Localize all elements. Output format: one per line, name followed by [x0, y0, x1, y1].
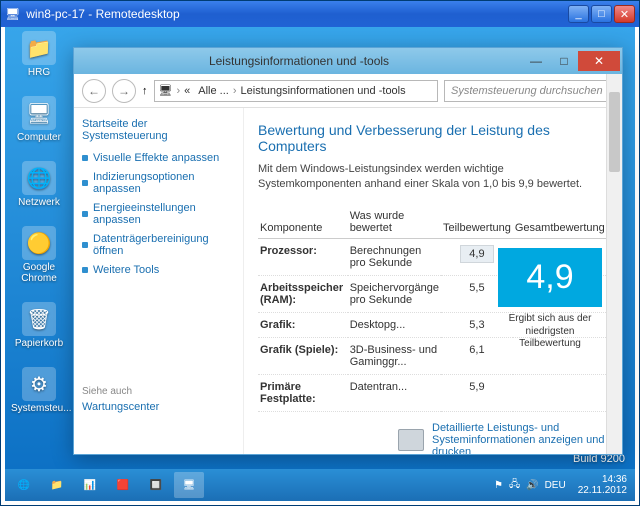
scroll-thumb[interactable]	[609, 92, 620, 172]
desktop-icon[interactable]: 🖥 Computer	[11, 96, 67, 143]
row-label: Grafik (Spiele):	[258, 337, 348, 374]
row-label: Primäre Festplatte:	[258, 374, 348, 411]
desktop-icon[interactable]: ⚙ Systemsteu...	[11, 367, 67, 414]
bullet-icon	[82, 267, 88, 273]
desktop-icon-label: Papierkorb	[11, 338, 67, 349]
col-what: Was wurde bewertet	[348, 206, 441, 239]
rd-titlebar: 🖥 win8-pc-17 - Remotedesktop _ □ ✕	[1, 1, 639, 27]
see-also-link[interactable]: Wartungscenter	[82, 401, 235, 413]
cp-sidebar: Startseite der Systemsteuerung Visuelle …	[74, 108, 244, 454]
control-panel-window: Leistungsinformationen und -tools — □ ✕ …	[73, 47, 623, 455]
tray-flag-icon[interactable]: ⚑	[494, 480, 503, 491]
desktop-icon-label: Netzwerk	[11, 197, 67, 208]
overall-score: 4,9 Ergibt sich aus der niedrigsten Teil…	[498, 248, 602, 351]
system-tray[interactable]: ⚑ 🖧 🔊 DEU 14:36 22.11.2012	[494, 474, 631, 496]
desktop-icon-label: Google Chrome	[11, 262, 67, 284]
detail-link[interactable]: Detaillierte Leistungs- und Systeminform…	[398, 422, 608, 454]
desktop-icon-glyph: ⚙	[22, 367, 56, 401]
taskbar-clock[interactable]: 14:36 22.11.2012	[578, 474, 627, 496]
maximize-button[interactable]: □	[591, 5, 612, 23]
rd-title: win8-pc-17 - Remotedesktop	[26, 7, 566, 21]
desktop-icon-glyph: 📁	[22, 31, 56, 65]
forward-button[interactable]: →	[112, 79, 136, 103]
row-what: Desktopg...	[348, 312, 441, 337]
sidebar-home-link[interactable]: Startseite der Systemsteuerung	[82, 118, 235, 142]
minimize-button[interactable]: _	[568, 5, 589, 23]
bullet-icon	[82, 155, 88, 161]
bullet-icon	[82, 242, 88, 248]
taskbar-app1-icon[interactable]: 📊	[75, 472, 105, 498]
desktop-icon[interactable]: 🗑 Papierkorb	[11, 302, 67, 349]
desktop-icon-glyph: 🌐	[22, 161, 56, 195]
desktop-icon-label: HRG	[11, 67, 67, 78]
bullet-icon	[82, 211, 88, 217]
cp-maximize-button[interactable]: □	[550, 51, 578, 71]
up-button[interactable]: ↑	[142, 85, 148, 97]
desktop-icon[interactable]: 🌐 Netzwerk	[11, 161, 67, 208]
search-input[interactable]: Systemsteuerung durchsuchen	[444, 80, 614, 102]
row-what: Speichervorgänge pro Sekunde	[348, 275, 441, 312]
desktop-icon-label: Systemsteu...	[11, 403, 67, 414]
col-subscore: Teilbewertung	[441, 206, 513, 239]
cp-title: Leistungsinformationen und -tools	[76, 54, 522, 68]
desktop-icon[interactable]: 🟡Google Chrome	[11, 226, 67, 284]
cp-titlebar: Leistungsinformationen und -tools — □ ✕	[74, 48, 622, 74]
row-label: Arbeitsspeicher (RAM):	[258, 275, 348, 312]
see-also-label: Siehe auch	[82, 386, 235, 397]
cp-close-button[interactable]: ✕	[578, 51, 620, 71]
printer-icon	[398, 429, 424, 451]
col-component: Komponente	[258, 206, 348, 239]
page-heading: Bewertung und Verbesserung der Leistung …	[258, 122, 608, 154]
sidebar-link[interactable]: Indizierungsoptionen anpassen	[82, 171, 235, 195]
desktop-icon-glyph: 🖥	[22, 96, 56, 130]
sidebar-link[interactable]: Energieeinstellungen anpassen	[82, 202, 235, 226]
table-row: Primäre Festplatte:Datentran...5,9	[258, 374, 608, 411]
sidebar-link[interactable]: Datenträgerbereinigung öffnen	[82, 233, 235, 257]
col-overall: Gesamtbewertung	[513, 206, 608, 239]
taskbar: 🌐 📁 📊 🟥 🔲 🖥 ⚑ 🖧 🔊 DEU 14:36 22.11.2012	[5, 469, 635, 501]
row-what: Datentran...	[348, 374, 441, 411]
bullet-icon	[82, 180, 88, 186]
taskbar-app3-icon[interactable]: 🔲	[141, 472, 171, 498]
taskbar-controlpanel-icon[interactable]: 🖥	[174, 472, 204, 498]
breadcrumb-icon: 🖥	[159, 84, 173, 97]
desktop-icon-glyph: 🗑	[22, 302, 56, 336]
overall-score-sub: Ergibt sich aus der niedrigsten Teilbewe…	[498, 313, 602, 351]
row-what: Berechnungen pro Sekunde	[348, 238, 441, 275]
row-label: Prozessor:	[258, 238, 348, 275]
cp-minimize-button[interactable]: —	[522, 51, 550, 71]
rd-icon: 🖥	[5, 7, 20, 21]
desktop-icon[interactable]: 📁 HRG	[11, 31, 67, 78]
overall-score-value: 4,9	[498, 248, 602, 307]
taskbar-app2-icon[interactable]: 🟥	[108, 472, 138, 498]
row-label: Grafik:	[258, 312, 348, 337]
win8-desktop: 📁 HRG 🖥 Computer 🌐 Netzwerk 🟡Google Chrome 🗑 Pap…	[5, 27, 635, 501]
cp-body: Startseite der Systemsteuerung Visuelle …	[74, 108, 622, 454]
breadcrumb[interactable]: 🖥 › « Alle ... › Leistungsinformationen …	[154, 80, 439, 102]
sidebar-link[interactable]: Visuelle Effekte anpassen	[82, 152, 235, 164]
close-button[interactable]: ✕	[614, 5, 635, 23]
page-description: Mit dem Windows-Leistungsindex werden wi…	[258, 162, 608, 192]
tray-sound-icon[interactable]: 🔊	[526, 480, 538, 491]
scrollbar[interactable]	[606, 74, 622, 454]
back-button[interactable]: ←	[82, 79, 106, 103]
desktop-icons-column: 📁 HRG 🖥 Computer 🌐 Netzwerk 🟡Google Chrome 🗑 Pap…	[11, 31, 67, 414]
sidebar-links: Visuelle Effekte anpassen Indizierungsopt…	[82, 152, 235, 276]
taskbar-explorer-icon[interactable]: 📁	[42, 472, 72, 498]
tray-network-icon[interactable]: 🖧	[509, 477, 520, 494]
row-score: 5,9	[441, 374, 513, 411]
cp-toolbar: ← → ↑ 🖥 › « Alle ... › Leistungsinformat…	[74, 74, 622, 108]
taskbar-ie-icon[interactable]: 🌐	[9, 472, 39, 498]
desktop-icon-glyph: 🟡	[22, 226, 56, 260]
sidebar-link[interactable]: Weitere Tools	[82, 264, 235, 276]
row-what: 3D-Business- und Gaminggr...	[348, 337, 441, 374]
remote-desktop-window: 🖥 win8-pc-17 - Remotedesktop _ □ ✕ 📁 HRG 🖥…	[0, 0, 640, 506]
tray-lang[interactable]: DEU	[545, 480, 566, 491]
desktop-icon-label: Computer	[11, 132, 67, 143]
cp-main: Bewertung und Verbesserung der Leistung …	[244, 108, 622, 454]
